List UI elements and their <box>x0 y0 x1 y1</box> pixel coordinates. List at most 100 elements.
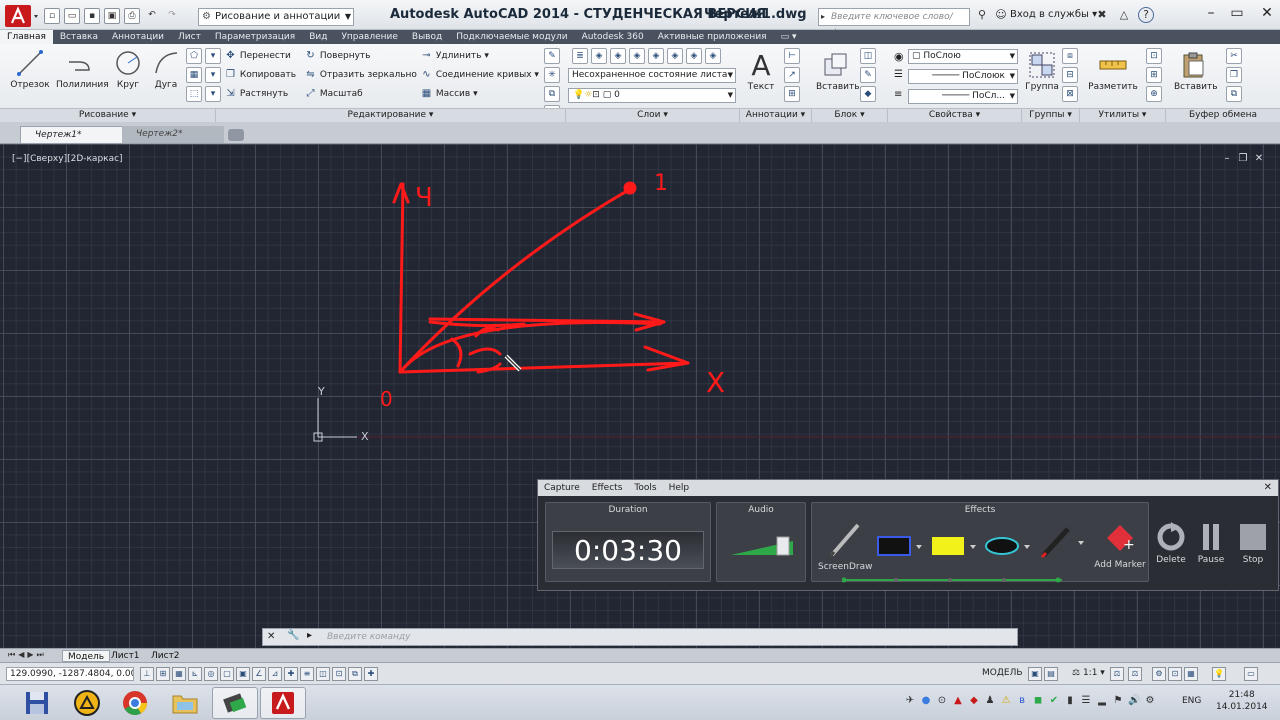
annotation-panel-footer[interactable]: Аннотации ▾ <box>740 108 812 122</box>
hardware-acceleration-icon[interactable]: ▦ <box>1184 667 1198 681</box>
edit-block-icon[interactable]: ✎ <box>860 67 876 83</box>
layer-icon[interactable]: ◈ <box>667 48 683 64</box>
linetype-select[interactable]: ───── ПоСлоюк ▼ <box>908 69 1018 84</box>
menu-effects[interactable]: Effects <box>586 480 629 496</box>
taskbar-app-chrome[interactable] <box>112 687 158 719</box>
annotation-scale[interactable]: ⚖ 1:1 ▾ <box>1072 668 1105 678</box>
clock[interactable]: 21:48 14.01.2014 <box>1216 689 1268 713</box>
array-button[interactable]: ▦ Массив ▾ <box>420 86 478 102</box>
layer-properties-icon[interactable]: ≣ <box>572 48 588 64</box>
layer-icon[interactable]: ◈ <box>686 48 702 64</box>
tray-icon[interactable]: ⚙ <box>1144 695 1156 707</box>
new-file-icon[interactable]: ▫ <box>44 8 60 24</box>
taskbar-app-save[interactable] <box>14 687 60 719</box>
pen-effect-button[interactable] <box>1038 525 1086 562</box>
tab-autodesk360[interactable]: Autodesk 360 <box>575 30 651 44</box>
hatch-icon[interactable]: ▦ <box>186 67 202 83</box>
tab-annotate[interactable]: Аннотации <box>105 30 171 44</box>
lineweight-select[interactable]: ───── ПоСл... ▼ <box>908 89 1018 104</box>
save-icon[interactable]: ▪ <box>84 8 100 24</box>
layer-icon[interactable]: ◈ <box>629 48 645 64</box>
minimize-icon[interactable]: – <box>1198 2 1224 24</box>
ribbon-toggle-icon[interactable]: ▭ ▾ <box>774 30 804 44</box>
layer-select[interactable]: 💡☼⊡ ▢ 0 ▼ <box>568 88 736 103</box>
auto-scale-icon[interactable]: ⚖ <box>1128 667 1142 681</box>
dropdown-icon[interactable]: ▾ <box>205 48 221 64</box>
wrench-icon[interactable]: 🔧 <box>287 630 299 641</box>
menu-help[interactable]: Help <box>663 480 696 496</box>
layer-icon[interactable]: ◈ <box>610 48 626 64</box>
undo-icon[interactable]: ↶ <box>144 8 160 24</box>
tab-manage[interactable]: Управление <box>334 30 404 44</box>
text-button[interactable]: A Текст <box>744 48 778 93</box>
draw-panel-footer[interactable]: Рисование ▾ <box>0 108 216 122</box>
mirror-button[interactable]: ⇋ Отразить зеркально <box>304 67 417 83</box>
users-icon[interactable]: ☺ <box>993 7 1009 23</box>
command-input[interactable]: Введите команду <box>323 630 1013 644</box>
copy-icon[interactable]: ❐ <box>1226 67 1242 83</box>
ungroup-icon[interactable]: ⧈ <box>1062 48 1078 64</box>
stop-button[interactable]: Stop <box>1236 522 1270 565</box>
groups-panel-footer[interactable]: Группы ▾ <box>1022 108 1080 122</box>
polyline-button[interactable]: Полилиния <box>56 46 109 90</box>
rectangle-effect-button[interactable] <box>876 535 924 560</box>
color-select[interactable]: ▢ ПоСлою ▼ <box>908 49 1018 64</box>
pencil-icon[interactable]: ✎ <box>544 48 560 64</box>
open-file-icon[interactable]: ▭ <box>64 8 80 24</box>
layers-panel-footer[interactable]: Слои ▾ <box>566 108 740 122</box>
offset-icon[interactable]: ⧉ <box>544 86 560 102</box>
dyn-icon[interactable]: ✚ <box>284 667 298 681</box>
tab-layout1[interactable]: Лист1 <box>106 650 145 662</box>
scale-button[interactable]: ⤢ Масштаб <box>304 86 363 102</box>
transparency-icon[interactable]: ◫ <box>316 667 330 681</box>
tab-insert[interactable]: Вставка <box>53 30 105 44</box>
otrack-icon[interactable]: ∠ <box>252 667 266 681</box>
screendraw-button[interactable]: ScreenDraw <box>818 521 872 572</box>
coordinates-readout[interactable]: 129.0990, -1287.4804, 0.0000 <box>6 667 134 681</box>
taskbar-app-recorder[interactable] <box>212 687 258 719</box>
tab-layout2[interactable]: Лист2 <box>146 650 185 662</box>
clean-screen-icon[interactable]: ▭ <box>1244 667 1258 681</box>
tab-plugins[interactable]: Подключаемые модули <box>449 30 574 44</box>
block-panel-footer[interactable]: Блок ▾ <box>812 108 888 122</box>
dropdown-icon[interactable]: ▾ <box>205 67 221 83</box>
rotate-button[interactable]: ↻ Повернуть <box>304 48 370 64</box>
create-block-icon[interactable]: ◫ <box>860 48 876 64</box>
tray-icon[interactable]: ● <box>920 695 932 707</box>
tray-icon[interactable]: ◼ <box>1032 695 1044 707</box>
annotation-visibility-icon[interactable]: ⚖ <box>1110 667 1124 681</box>
copy-base-icon[interactable]: ⧉ <box>1226 86 1242 102</box>
flag-icon[interactable]: ⚑ <box>1112 695 1124 707</box>
workspace-selector[interactable]: ⚙ Рисование и аннотации ▼ <box>198 8 354 26</box>
explode-icon[interactable]: ✳ <box>544 67 560 83</box>
save-as-icon[interactable]: ▣ <box>104 8 120 24</box>
lineweight-toggle-icon[interactable]: ≡ <box>300 667 314 681</box>
osnap-icon[interactable]: ▢ <box>220 667 234 681</box>
utilities-panel-footer[interactable]: Утилиты ▾ <box>1080 108 1166 122</box>
help-icon[interactable]: ? <box>1138 7 1154 23</box>
volume-icon[interactable]: 🔊 <box>1128 695 1140 707</box>
maximize-icon[interactable]: ▭ <box>1224 2 1250 24</box>
circle-button[interactable]: Круг <box>108 46 148 90</box>
lock-icon[interactable]: ⊡ <box>1168 667 1182 681</box>
close-icon[interactable]: ✕ <box>1264 480 1272 496</box>
search-input[interactable]: ▸ Введите ключевое слово/фразу <box>818 8 970 38</box>
copy-button[interactable]: ❐ Копировать <box>224 67 296 83</box>
selection-cycling-icon[interactable]: ⧉ <box>348 667 362 681</box>
close-icon[interactable]: ✕ <box>267 631 275 642</box>
move-button[interactable]: ✥ Перенести <box>224 48 291 64</box>
tab-view[interactable]: Вид <box>302 30 334 44</box>
modify-panel-footer[interactable]: Редактирование ▾ <box>216 108 566 122</box>
dropdown-icon[interactable]: ▾ <box>205 86 221 102</box>
annotation-monitor-icon[interactable]: ✚ <box>364 667 378 681</box>
paste-button[interactable]: Вставить <box>1174 48 1218 92</box>
tab-layout[interactable]: Лист <box>171 30 208 44</box>
redo-icon[interactable]: ↷ <box>164 8 180 24</box>
taskbar-app-autocad[interactable] <box>260 687 306 719</box>
group-select-icon[interactable]: ⊠ <box>1062 86 1078 102</box>
layer-icon[interactable]: ◈ <box>705 48 721 64</box>
close-icon[interactable]: ✕ <box>1250 2 1280 24</box>
stay-connected-icon[interactable]: △ <box>1116 7 1132 23</box>
doc-tab-drawing1[interactable]: Чертеж1* <box>20 126 124 143</box>
application-menu-button[interactable] <box>4 4 42 28</box>
